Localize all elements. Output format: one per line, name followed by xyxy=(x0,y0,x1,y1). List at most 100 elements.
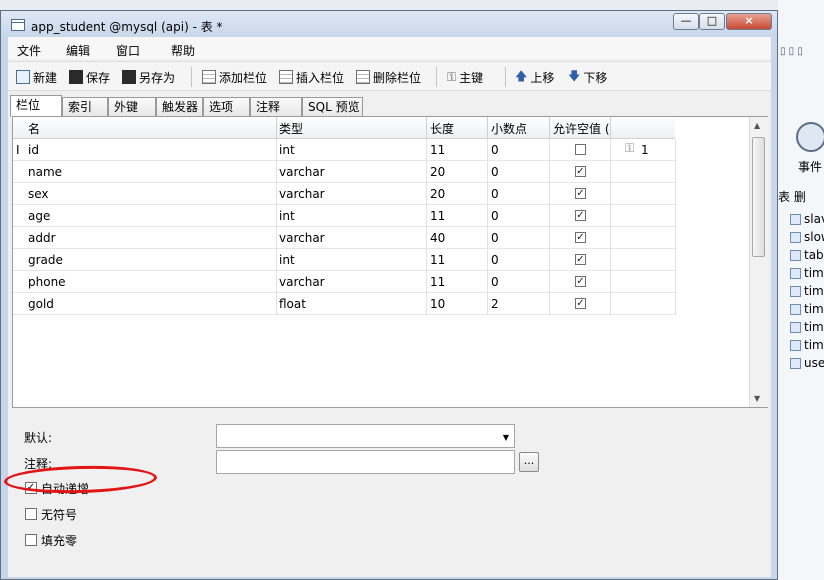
cell-length[interactable]: 20 xyxy=(430,187,445,201)
save-as-label: 另存为 xyxy=(139,70,176,85)
unsigned-checkbox[interactable] xyxy=(25,508,37,520)
zerofill-checkbox[interactable] xyxy=(25,534,37,546)
menu-window[interactable]: 窗口 xyxy=(116,42,140,59)
comment-more-button[interactable]: ... xyxy=(519,452,539,472)
move-up-button[interactable]: 🡅 上移 xyxy=(515,68,554,86)
cell-type[interactable]: float xyxy=(279,297,306,311)
cell-name[interactable]: gold xyxy=(28,297,54,311)
cell-type[interactable]: int xyxy=(279,143,295,157)
cell-name[interactable]: id xyxy=(28,143,39,157)
save-button[interactable]: 保存 xyxy=(69,68,110,86)
allow-null-checkbox[interactable]: ✓ xyxy=(575,232,586,243)
table-row[interactable]: grade int 11 0 ✓ xyxy=(13,249,675,271)
background-table-item[interactable]: slow_ xyxy=(790,228,824,246)
cell-length[interactable]: 11 xyxy=(430,253,445,267)
tab-fields[interactable]: 栏位 xyxy=(10,95,62,117)
primary-key-button[interactable]: ⚿ 主键 xyxy=(447,68,483,86)
allow-null-checkbox[interactable]: ✓ xyxy=(575,276,586,287)
scroll-down-arrow-icon[interactable]: ▼ xyxy=(754,394,760,403)
cell-decimals[interactable]: 0 xyxy=(491,275,499,289)
menu-edit[interactable]: 编辑 xyxy=(66,42,90,59)
cell-name[interactable]: phone xyxy=(28,275,66,289)
maximize-button[interactable]: □ xyxy=(699,13,725,30)
table-row[interactable]: gold float 10 2 ✓ xyxy=(13,293,675,315)
cell-decimals[interactable]: 0 xyxy=(491,187,499,201)
new-button[interactable]: 新建 xyxy=(16,68,57,86)
background-table-item[interactable]: user xyxy=(790,354,824,372)
default-dropdown[interactable]: ▼ xyxy=(216,424,515,448)
cell-type[interactable]: int xyxy=(279,209,295,223)
cell-length[interactable]: 40 xyxy=(430,231,445,245)
cell-name[interactable]: grade xyxy=(28,253,63,267)
cell-decimals[interactable]: 0 xyxy=(491,253,499,267)
allow-null-checkbox[interactable]: ✓ xyxy=(575,210,586,221)
cell-decimals[interactable]: 2 xyxy=(491,297,499,311)
cell-type[interactable]: int xyxy=(279,253,295,267)
table-row[interactable]: sex varchar 20 0 ✓ xyxy=(13,183,675,205)
minimize-button[interactable]: — xyxy=(673,13,699,30)
cell-length[interactable]: 11 xyxy=(430,275,445,289)
tab-sql-preview[interactable]: SQL 预览 xyxy=(302,97,363,117)
menu-help[interactable]: 帮助 xyxy=(171,42,195,59)
table-row[interactable]: phone varchar 11 0 ✓ xyxy=(13,271,675,293)
column-header-allow-null[interactable]: 允许空值 ( xyxy=(553,120,610,137)
add-field-icon xyxy=(202,70,216,84)
title-bar[interactable]: app_student @mysql (api) - 表 * — □ × xyxy=(1,11,777,37)
menu-file[interactable]: 文件 xyxy=(17,42,41,59)
cell-decimals[interactable]: 0 xyxy=(491,165,499,179)
cell-length[interactable]: 10 xyxy=(430,297,445,311)
cell-name[interactable]: addr xyxy=(28,231,56,245)
add-field-button[interactable]: 添加栏位 xyxy=(202,68,267,86)
cell-type[interactable]: varchar xyxy=(279,165,325,179)
tab-options[interactable]: 选项 xyxy=(203,97,250,117)
tab-comment[interactable]: 注释 xyxy=(250,97,302,117)
column-header-length[interactable]: 长度 xyxy=(430,120,454,137)
save-as-button[interactable]: 另存为 xyxy=(122,68,175,86)
allow-null-checkbox[interactable] xyxy=(575,144,586,155)
background-table-item[interactable]: tables xyxy=(790,246,824,264)
background-table-item[interactable]: time_z xyxy=(790,282,824,300)
move-down-button[interactable]: 🡇 下移 xyxy=(568,68,607,86)
cell-length[interactable]: 20 xyxy=(430,165,445,179)
cell-type[interactable]: varchar xyxy=(279,187,325,201)
cell-decimals[interactable]: 0 xyxy=(491,143,499,157)
close-button[interactable]: × xyxy=(726,13,772,30)
grid-scrollbar[interactable]: ▲ ▼ xyxy=(749,117,768,407)
scroll-up-arrow-icon[interactable]: ▲ xyxy=(754,121,760,130)
table-row[interactable]: name varchar 20 0 ✓ xyxy=(13,161,675,183)
cell-length[interactable]: 11 xyxy=(430,209,445,223)
tab-foreign-keys[interactable]: 外键 xyxy=(108,97,156,117)
events-label[interactable]: 事件 xyxy=(798,158,822,175)
delete-field-button[interactable]: 删除栏位 xyxy=(356,68,421,86)
allow-null-checkbox[interactable]: ✓ xyxy=(575,298,586,309)
table-row[interactable]: addr varchar 40 0 ✓ xyxy=(13,227,675,249)
cell-decimals[interactable]: 0 xyxy=(491,231,499,245)
background-table-item[interactable]: time_z xyxy=(790,264,824,282)
cell-type[interactable]: varchar xyxy=(279,275,325,289)
cell-name[interactable]: sex xyxy=(28,187,49,201)
column-header-type[interactable]: 类型 xyxy=(279,120,303,137)
insert-field-button[interactable]: 插入栏位 xyxy=(279,68,344,86)
table-row[interactable]: Iid int 11 0 ⚿ 1 xyxy=(13,139,675,161)
cell-decimals[interactable]: 0 xyxy=(491,209,499,223)
allow-null-checkbox[interactable]: ✓ xyxy=(575,166,586,177)
background-table-item[interactable]: time_z xyxy=(790,300,824,318)
allow-null-checkbox[interactable]: ✓ xyxy=(575,188,586,199)
background-table-item[interactable]: slave_ xyxy=(790,210,824,228)
tab-indexes[interactable]: 索引 xyxy=(62,97,108,117)
tab-triggers[interactable]: 触发器 xyxy=(156,97,203,117)
cell-length[interactable]: 11 xyxy=(430,143,445,157)
column-header-decimals[interactable]: 小数点 xyxy=(491,120,527,137)
scrollbar-thumb[interactable] xyxy=(752,137,765,257)
comment-input[interactable] xyxy=(216,450,515,474)
cell-name[interactable]: age xyxy=(28,209,50,223)
background-table-item[interactable]: time_z xyxy=(790,318,824,336)
allow-null-checkbox[interactable]: ✓ xyxy=(575,254,586,265)
cell-type[interactable]: varchar xyxy=(279,231,325,245)
background-side-tabs[interactable]: 表 删 xyxy=(778,188,806,205)
column-header-name[interactable]: 名 xyxy=(28,120,40,137)
background-table-item[interactable]: time_z xyxy=(790,336,824,354)
table-row[interactable]: age int 11 0 ✓ xyxy=(13,205,675,227)
clock-icon[interactable] xyxy=(796,122,824,152)
cell-name[interactable]: name xyxy=(28,165,62,179)
